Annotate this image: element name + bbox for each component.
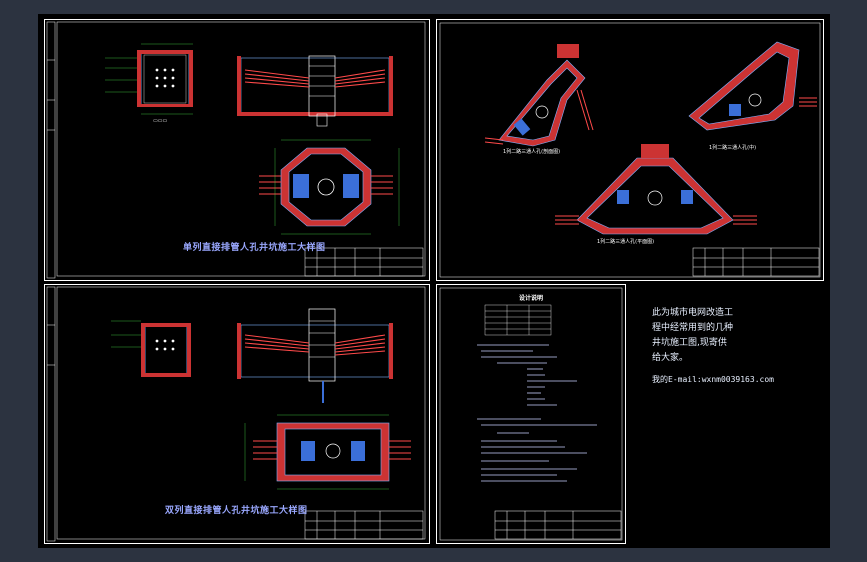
cad-model-space[interactable]: 单列直接排管人孔井坑施工大样图 ▭▭▭ 1列二路三通人孔(剖面图) 1列二路三通…: [38, 14, 830, 548]
note-line: 井坑施工图,现寄供: [652, 338, 727, 348]
sheet2-view-label-left: 1列二路三通人孔(剖面图): [503, 149, 561, 155]
sheet4-drawing: [439, 287, 623, 541]
sheet2-view-label-center: 1列二路三通人孔(平面图): [597, 239, 655, 245]
tee-manhole-center: [555, 144, 757, 235]
side-view: [141, 323, 191, 377]
sheet4-heading: 设计说明: [519, 295, 544, 302]
sheet1-view-label-side: ▭▭▭: [153, 118, 168, 124]
plan-view: [259, 139, 400, 235]
sheet1-title: 单列直接排管人孔井坑施工大样图: [183, 243, 326, 253]
sheet-single-row-manhole[interactable]: 单列直接排管人孔井坑施工大样图 ▭▭▭: [44, 19, 430, 281]
note-email: 我的E-mail:wxnm0039163.com: [652, 375, 774, 384]
note-line: 此为城市电网改造工: [652, 308, 734, 318]
note-line: 程中经常用到的几种: [652, 323, 734, 333]
side-view: [137, 50, 193, 107]
note-line: 给大家。: [652, 353, 689, 363]
sheet-double-row-manhole[interactable]: 双列直接排管人孔井坑施工大样图: [44, 284, 430, 544]
sheet-design-notes[interactable]: 设计说明: [436, 284, 626, 544]
plan-view: [244, 414, 411, 490]
diagonal-manhole-right: [688, 41, 817, 131]
title-block: [304, 510, 424, 540]
section-view: [237, 308, 393, 403]
sheet3-title: 双列直接排管人孔井坑施工大样图: [165, 506, 308, 516]
title-block: [494, 510, 622, 540]
annotation-note: 此为城市电网改造工 程中经常用到的几种 井坑施工图,现寄供 给大家。 我的E-m…: [652, 306, 782, 387]
title-block: [692, 247, 820, 277]
sheet2-view-label-right: 1列二路三通人孔(中): [709, 145, 757, 151]
sheet-tee-manhole[interactable]: 1列二路三通人孔(剖面图) 1列二路三通人孔(中) 1列二路三通人孔(平面图): [436, 19, 824, 281]
diagonal-manhole-left: [484, 44, 594, 147]
section-view: [237, 55, 393, 127]
